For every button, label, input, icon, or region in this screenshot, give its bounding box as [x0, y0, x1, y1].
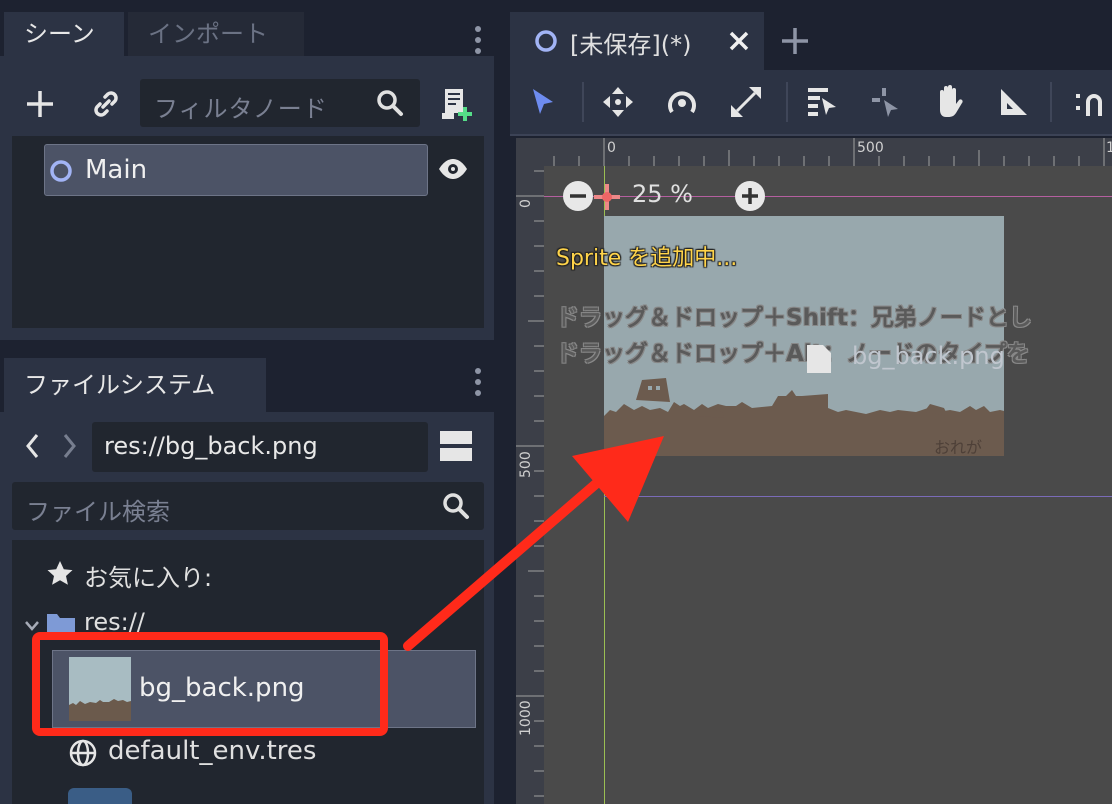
chevron-left-icon	[26, 434, 39, 458]
visibility-eye-icon[interactable]	[438, 158, 468, 180]
zoom-level[interactable]: 25 %	[632, 180, 693, 208]
canvas-viewport[interactable]: おれが 25 % Sprite を追加中... ドラッグ＆ドロップ＋Shift：…	[544, 166, 1112, 804]
smart-snap-icon[interactable]	[1072, 88, 1112, 118]
editor-toolbar	[510, 70, 1112, 136]
rotate-tool-icon[interactable]	[666, 86, 698, 118]
pan-hand-icon[interactable]	[934, 84, 966, 118]
split-view-toggle[interactable]	[438, 428, 474, 464]
dock-menu-icon[interactable]	[475, 26, 481, 59]
ruler-label: 0	[607, 140, 616, 156]
origin-crosshair-icon	[594, 184, 620, 210]
ruler-label: 1000	[518, 700, 534, 736]
list-select-icon[interactable]	[806, 86, 838, 118]
zoom-in-icon[interactable]	[734, 180, 766, 212]
vertical-ruler: 0 500 1000	[516, 166, 544, 804]
toolbar-divider	[582, 82, 584, 122]
node-filter-input[interactable]: フィルタノード	[140, 79, 420, 127]
star-icon	[47, 561, 73, 585]
file-row-partial[interactable]	[68, 788, 132, 804]
new-scene-tab-icon[interactable]	[780, 26, 810, 56]
link-icon	[94, 91, 118, 117]
scene-dock: シーン インポート フィルタノード Main	[0, 0, 494, 340]
ruler-label: 1	[1106, 140, 1112, 156]
move-tool-icon[interactable]	[602, 86, 634, 118]
scale-tool-icon[interactable]	[730, 86, 762, 118]
tab-import[interactable]: インポート	[128, 12, 304, 56]
ruler-label: 500	[518, 451, 534, 478]
tab-scene[interactable]: シーン	[4, 12, 124, 56]
add-node-button[interactable]	[20, 84, 60, 124]
highlight-box	[32, 632, 388, 736]
globe-icon	[69, 739, 97, 767]
select-tool-icon[interactable]	[530, 87, 556, 117]
plus-icon	[27, 91, 53, 117]
ruler-tool-icon[interactable]	[998, 86, 1030, 118]
split-layout-icon	[440, 431, 472, 461]
drop-title: Sprite を追加中...	[556, 246, 738, 271]
file-icon	[807, 345, 831, 373]
node2d-icon	[50, 160, 72, 182]
scene-tree: Main	[12, 136, 484, 328]
script-add-icon	[442, 89, 472, 121]
file-search-input[interactable]: ファイル検索	[12, 482, 484, 530]
sprite-text: おれが	[934, 438, 983, 456]
horizontal-ruler: 0 500 1	[544, 138, 1112, 166]
scene-tab[interactable]: [未保存](*)	[510, 12, 764, 70]
toolbar-divider	[1050, 82, 1052, 122]
close-icon[interactable]	[728, 30, 750, 52]
editor-tabbar: [未保存](*)	[510, 12, 1112, 70]
drag-label: bg_back.png	[852, 342, 1005, 370]
search-icon	[443, 493, 469, 519]
favorites-label: お気に入り:	[84, 564, 213, 592]
file-name: default_env.tres	[108, 736, 317, 766]
ruler-label: 500	[857, 140, 884, 156]
node-filter-placeholder: フィルタノード	[154, 95, 328, 123]
ruler-ticks	[553, 138, 1105, 166]
node2d-icon	[535, 30, 557, 52]
path-text: res://bg_back.png	[104, 432, 318, 460]
nav-forward-button[interactable]	[56, 426, 84, 466]
instance-scene-button[interactable]	[86, 84, 126, 124]
zoom-out-icon[interactable]	[562, 180, 594, 212]
drop-hint-shift: ドラッグ＆ドロップ＋Shift：兄弟ノードとし	[556, 305, 1032, 331]
file-row-default-env[interactable]: default_env.tres	[68, 734, 468, 774]
scene-dock-tabbar: シーン インポート	[0, 0, 494, 56]
pivot-tool-icon[interactable]	[870, 86, 902, 118]
chevron-down-icon[interactable]	[24, 620, 40, 632]
tree-item-main[interactable]: Main	[44, 144, 428, 196]
ruler-corner	[516, 138, 544, 166]
filesystem-dock-tabbar: ファイルシステム	[0, 356, 494, 412]
tree-item-label: Main	[85, 155, 148, 185]
drag-preview: bg_back.png	[806, 342, 1106, 384]
file-search-placeholder: ファイル検索	[26, 498, 170, 526]
tab-filesystem[interactable]: ファイルシステム	[4, 358, 266, 412]
viewport-guide-bottom	[604, 496, 1112, 497]
toolbar-divider	[786, 82, 788, 122]
ruler-label: 0	[518, 199, 534, 208]
path-field[interactable]: res://bg_back.png	[92, 422, 428, 472]
zoom-controls: 25 %	[560, 178, 770, 214]
search-icon	[377, 90, 403, 116]
filesystem-dock: ファイルシステム res://bg_back.png ファイル検索 お気に入り:…	[0, 356, 494, 804]
nav-back-button[interactable]	[18, 426, 46, 466]
attach-script-button[interactable]	[436, 82, 476, 126]
dock-menu-icon[interactable]	[475, 368, 481, 401]
scene-tab-title: [未保存](*)	[570, 31, 692, 59]
chevron-right-icon	[63, 434, 76, 458]
